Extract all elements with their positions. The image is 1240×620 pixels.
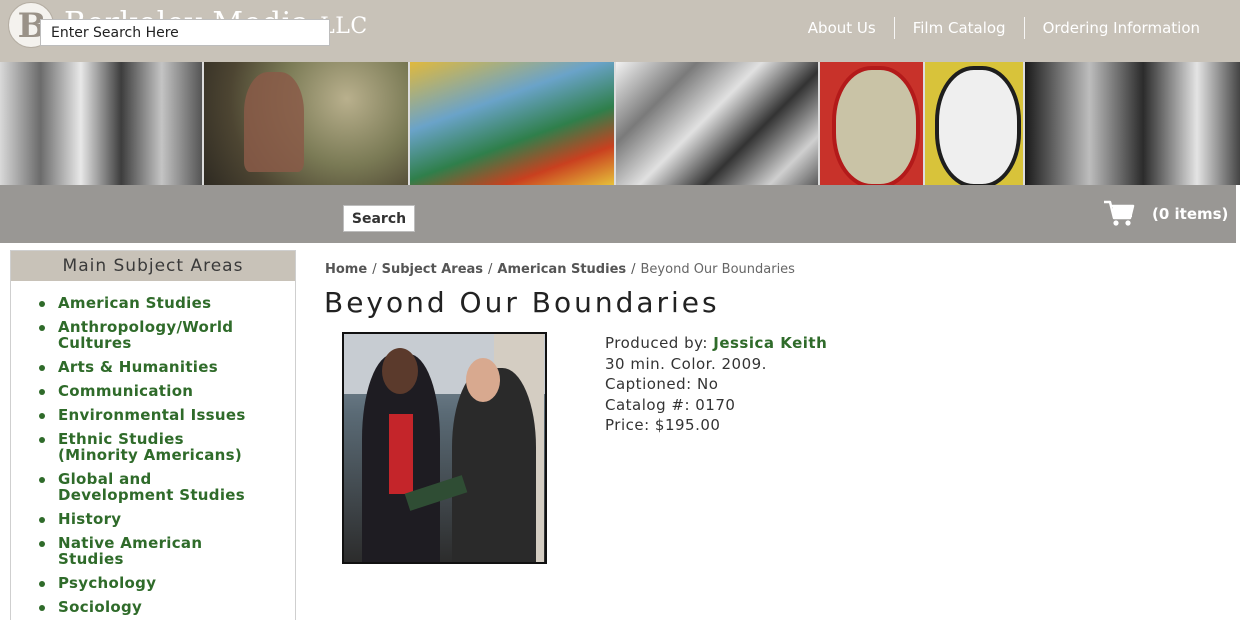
subject-link-sociology[interactable]: Sociology [58,599,258,615]
list-item: Ethnic Studies (Minority Americans) [39,431,295,463]
breadcrumb-current: Beyond Our Boundaries [640,262,795,277]
banner-photo-dancer [410,62,616,185]
banner-photo-football-card-yellow [925,62,1025,185]
search-input[interactable] [40,19,330,46]
list-item: Environmental Issues [39,407,295,423]
breadcrumb: Home / Subject Areas / American Studies / Beyo… [325,262,795,277]
search-button[interactable]: Search [343,205,415,232]
breadcrumb-american-studies[interactable]: American Studies [497,262,626,277]
produced-by-label: Produced by: [605,334,708,352]
banner-photo-group [0,62,204,185]
subject-list: American Studies Anthropology/World Cult… [11,295,295,615]
list-item: American Studies [39,295,295,311]
banner-photo-figure [616,62,820,185]
captioned-info: Captioned: No [605,375,719,393]
film-details: Produced by: Jessica Keith 30 min. Color… [605,333,827,436]
cart-item-count[interactable]: (0 items) [1152,205,1228,223]
producer-line: Produced by: Jessica Keith [605,333,827,354]
banner-photo-strip [0,62,1240,185]
subject-sidebar: Main Subject Areas American Studies Anth… [10,250,296,620]
breadcrumb-separator: / [488,262,493,277]
nav-divider [1023,17,1025,39]
film-price: Price: $195.00 [605,416,721,434]
list-item: Native American Studies [39,535,295,567]
banner-photo-woman [204,62,410,185]
breadcrumb-separator: / [372,262,377,277]
search-bar [0,185,1236,243]
banner-photo-couple [1025,62,1240,185]
sidebar-heading: Main Subject Areas [11,251,295,281]
list-item: Psychology [39,575,295,591]
list-item: Anthropology/World Cultures [39,319,295,351]
subject-link-global-development[interactable]: Global and Development Studies [58,471,258,503]
film-still-image[interactable] [342,332,547,564]
subject-link-communication[interactable]: Communication [58,383,258,399]
page-title: Beyond Our Boundaries [324,286,720,319]
film-info: 30 min. Color. 2009. [605,354,767,373]
catalog-number: Catalog #: 0170 [605,395,736,414]
producer-link[interactable]: Jessica Keith [713,334,827,352]
subject-link-arts-humanities[interactable]: Arts & Humanities [58,359,258,375]
subject-link-ethnic-studies[interactable]: Ethnic Studies (Minority Americans) [58,431,258,463]
list-item: Sociology [39,599,295,615]
subject-link-psychology[interactable]: Psychology [58,575,258,591]
breadcrumb-separator: / [631,262,636,277]
cart-icon[interactable] [1102,196,1136,230]
subject-link-american-studies[interactable]: American Studies [58,295,258,311]
list-item: Communication [39,383,295,399]
breadcrumb-subject-areas[interactable]: Subject Areas [382,262,483,277]
list-item: Global and Development Studies [39,471,295,503]
subject-link-environmental-issues[interactable]: Environmental Issues [58,407,258,423]
subject-link-anthropology[interactable]: Anthropology/World Cultures [58,319,258,351]
banner-photo-football-card-red [820,62,925,185]
nav-divider [893,17,895,39]
breadcrumb-home[interactable]: Home [325,262,367,277]
subject-link-history[interactable]: History [58,511,258,527]
list-item: Arts & Humanities [39,359,295,375]
nav-ordering-information[interactable]: Ordering Information [1043,19,1200,37]
subject-link-native-american-studies[interactable]: Native American Studies [58,535,258,567]
nav-about-us[interactable]: About Us [808,19,876,37]
nav-film-catalog[interactable]: Film Catalog [913,19,1006,37]
list-item: History [39,511,295,527]
top-navigation: About Us Film Catalog Ordering Informati… [808,17,1200,39]
